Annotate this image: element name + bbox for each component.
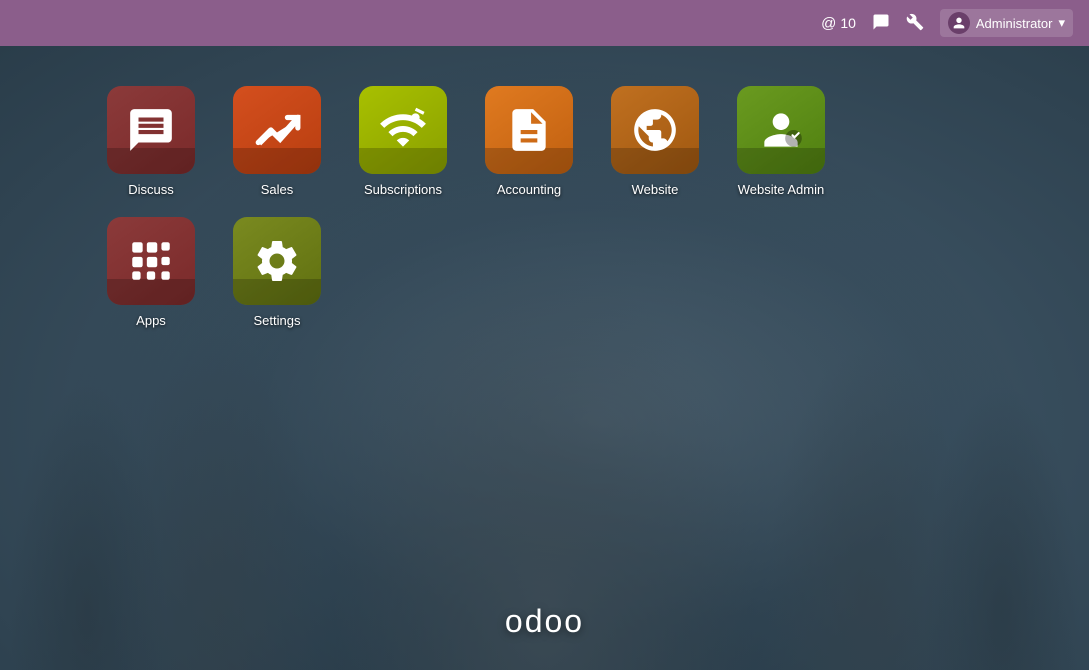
avatar <box>948 12 970 34</box>
app-website-admin[interactable]: Website Admin <box>726 86 836 197</box>
app-accounting[interactable]: Accounting <box>474 86 584 197</box>
accounting-label: Accounting <box>497 182 561 197</box>
app-settings[interactable]: Settings <box>222 217 332 328</box>
admin-label: Administrator <box>976 16 1053 31</box>
apps-label: Apps <box>136 313 166 328</box>
app-grid: Discuss Sales <box>0 46 1089 328</box>
sales-label: Sales <box>261 182 294 197</box>
discuss-icon <box>107 86 195 174</box>
tools-button[interactable] <box>906 13 924 34</box>
subscriptions-icon <box>359 86 447 174</box>
app-row-2: Apps Settings <box>96 217 332 328</box>
website-label: Website <box>632 182 679 197</box>
notifications-count: 10 <box>840 15 856 31</box>
website-icon <box>611 86 699 174</box>
apps-icon <box>107 217 195 305</box>
app-row-1: Discuss Sales <box>96 86 836 197</box>
topbar: @ 10 Administrator ▾ <box>0 0 1089 46</box>
odoo-logo: odoo <box>505 603 584 640</box>
dropdown-arrow: ▾ <box>1058 15 1065 31</box>
main-content: Discuss Sales <box>0 46 1089 670</box>
tools-icon <box>906 13 924 34</box>
sales-icon <box>233 86 321 174</box>
app-website[interactable]: Website <box>600 86 710 197</box>
admin-menu[interactable]: Administrator ▾ <box>940 9 1073 37</box>
messages-icon <box>872 13 890 34</box>
settings-icon <box>233 217 321 305</box>
notifications-button[interactable]: @ 10 <box>821 15 856 32</box>
app-discuss[interactable]: Discuss <box>96 86 206 197</box>
app-sales[interactable]: Sales <box>222 86 332 197</box>
settings-label: Settings <box>254 313 301 328</box>
app-subscriptions[interactable]: Subscriptions <box>348 86 458 197</box>
at-icon: @ <box>821 15 836 32</box>
messages-button[interactable] <box>872 13 890 34</box>
subscriptions-label: Subscriptions <box>364 182 442 197</box>
discuss-label: Discuss <box>128 182 174 197</box>
website-admin-label: Website Admin <box>738 182 824 197</box>
accounting-icon <box>485 86 573 174</box>
app-apps[interactable]: Apps <box>96 217 206 328</box>
website-admin-icon <box>737 86 825 174</box>
